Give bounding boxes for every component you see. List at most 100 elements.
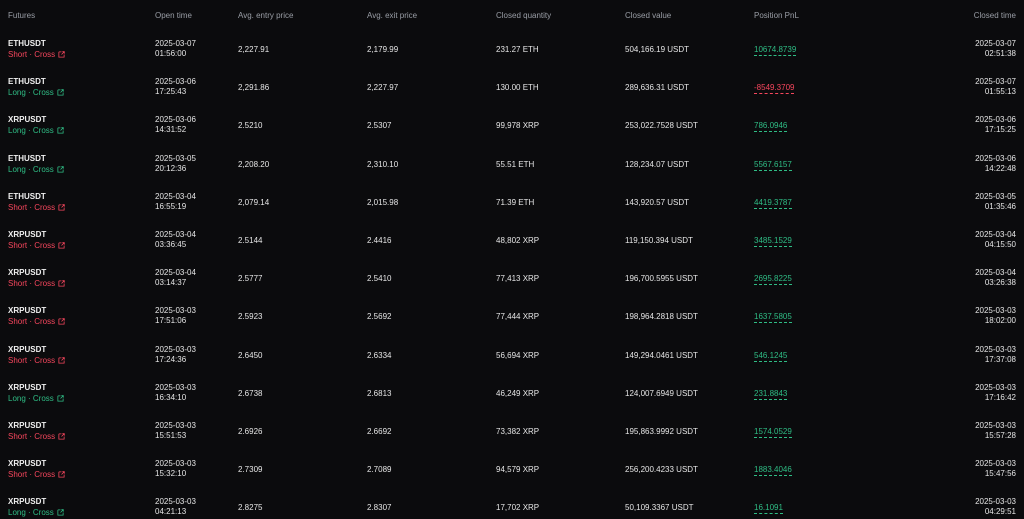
symbol-label[interactable]: XRPUSDT: [8, 306, 46, 315]
futures-cell: XRPUSDT Short · Cross: [8, 421, 65, 442]
table-row[interactable]: ETHUSDT Long · Cross 2025-03-05 20:12:36 2,2…: [0, 147, 1024, 185]
position-side-label: Long · Cross: [8, 126, 64, 136]
external-link-icon[interactable]: [57, 165, 64, 173]
open-date: 2025-03-03: [155, 344, 196, 354]
symbol-label[interactable]: ETHUSDT: [8, 39, 46, 48]
open-clock-time: 17:25:43: [155, 87, 187, 97]
table-row[interactable]: ETHUSDT Long · Cross 2025-03-06 17:25:43 2,2…: [0, 70, 1024, 108]
side-text: Short · Cross: [8, 470, 56, 480]
closed-time-cell: 2025-03-03 17:16:42: [975, 383, 1016, 403]
table-row[interactable]: XRPUSDT Short · Cross 2025-03-04 03:14:37 2.…: [0, 261, 1024, 299]
position-pnl-value[interactable]: 1574.0529: [754, 427, 792, 438]
open-date: 2025-03-03: [155, 421, 196, 430]
closed-quantity: 130.00 ETH: [496, 83, 539, 93]
external-link-icon[interactable]: [58, 356, 65, 364]
header-closed-value[interactable]: Closed value: [625, 11, 671, 20]
position-side-label: Long · Cross: [8, 508, 64, 518]
open-clock-time: 17:51:06: [155, 316, 187, 326]
position-pnl-value[interactable]: 5567.6157: [754, 159, 792, 171]
symbol-label[interactable]: XRPUSDT: [8, 459, 46, 468]
external-link-icon[interactable]: [58, 242, 65, 249]
table-row[interactable]: XRPUSDT Short · Cross 2025-03-04 03:36:45 2.…: [0, 223, 1024, 261]
symbol-label[interactable]: XRPUSDT: [8, 115, 46, 124]
header-position-pnl[interactable]: Position PnL: [754, 11, 799, 20]
table-row[interactable]: XRPUSDT Short · Cross 2025-03-03 17:24:36 2.…: [0, 338, 1024, 376]
table-row[interactable]: XRPUSDT Short · Cross 2025-03-03 15:32:10 2.…: [0, 452, 1024, 490]
avg-exit-price: 2.6813: [367, 388, 392, 398]
external-link-icon[interactable]: [58, 318, 65, 325]
position-pnl-cell: 1883.4046: [754, 465, 792, 477]
header-futures[interactable]: Futures: [8, 11, 35, 20]
close-date: 2025-03-03: [975, 344, 1016, 354]
position-pnl-cell: 231.8843: [754, 388, 788, 400]
table-row[interactable]: XRPUSDT Short · Cross 2025-03-03 17:51:06 2.…: [0, 299, 1024, 337]
external-link-icon[interactable]: [58, 433, 65, 440]
closed-quantity: 94,579 XRP: [496, 465, 540, 475]
close-clock-time: 17:15:25: [984, 125, 1016, 135]
closed-quantity: 77,444 XRP: [496, 312, 540, 322]
closed-time-cell: 2025-03-05 01:35:46: [975, 192, 1016, 212]
table-row[interactable]: ETHUSDT Short · Cross 2025-03-07 01:56:00 2,…: [0, 32, 1024, 70]
position-pnl-cell: 2695.8225: [754, 274, 792, 286]
header-closed-quantity[interactable]: Closed quantity: [496, 11, 551, 20]
open-date: 2025-03-06: [155, 77, 196, 87]
position-pnl-value[interactable]: -8549.3709: [754, 83, 795, 95]
external-link-icon[interactable]: [57, 89, 64, 96]
position-pnl-value[interactable]: 10674.8739: [754, 45, 797, 56]
table-row[interactable]: XRPUSDT Long · Cross 2025-03-03 16:34:10 2.6…: [0, 376, 1024, 414]
symbol-label[interactable]: XRPUSDT: [8, 230, 46, 239]
close-clock-time: 18:02:00: [984, 316, 1016, 326]
closed-time-cell: 2025-03-07 02:51:38: [975, 39, 1016, 59]
avg-entry-price: 2.5144: [238, 236, 263, 245]
symbol-label[interactable]: XRPUSDT: [8, 268, 46, 277]
position-pnl-value[interactable]: 786.0946: [754, 121, 788, 133]
position-side-label: Short · Cross: [8, 203, 65, 213]
header-open-time[interactable]: Open time: [155, 11, 192, 20]
symbol-label[interactable]: ETHUSDT: [8, 192, 46, 201]
avg-exit-price: 2.4416: [367, 236, 392, 245]
open-clock-time: 15:51:53: [155, 431, 187, 440]
open-time-cell: 2025-03-07 01:56:00: [155, 39, 196, 59]
open-clock-time: 04:21:13: [155, 507, 187, 517]
external-link-icon[interactable]: [57, 127, 64, 134]
position-pnl-value[interactable]: 546.1245: [754, 350, 788, 362]
position-pnl-value[interactable]: 231.8843: [754, 388, 788, 400]
symbol-label[interactable]: XRPUSDT: [8, 497, 46, 506]
external-link-icon[interactable]: [57, 509, 64, 516]
futures-cell: ETHUSDT Short · Cross: [8, 192, 65, 213]
closed-value: 119,150.394 USDT: [625, 236, 693, 245]
closed-value: 195,863.9992 USDT: [625, 427, 698, 436]
position-pnl-cell: 16.1091: [754, 503, 783, 515]
closed-value: 504,166.19 USDT: [625, 45, 690, 54]
header-avg-exit-price[interactable]: Avg. exit price: [367, 11, 417, 20]
external-link-icon[interactable]: [58, 51, 65, 58]
table-row[interactable]: XRPUSDT Short · Cross 2025-03-03 15:51:53 2.…: [0, 414, 1024, 452]
external-link-icon[interactable]: [58, 280, 65, 287]
symbol-label[interactable]: ETHUSDT: [8, 77, 46, 86]
closed-time-cell: 2025-03-03 04:29:51: [975, 497, 1016, 517]
symbol-label[interactable]: ETHUSDT: [8, 154, 46, 163]
futures-cell: XRPUSDT Short · Cross: [8, 268, 65, 289]
close-date: 2025-03-04: [975, 230, 1016, 239]
external-link-icon[interactable]: [57, 395, 64, 402]
side-text: Long · Cross: [8, 88, 54, 98]
header-closed-time[interactable]: Closed time: [974, 11, 1016, 20]
position-pnl-cell: 1637.5805: [754, 312, 792, 324]
symbol-label[interactable]: XRPUSDT: [8, 345, 46, 354]
avg-exit-price: 2,015.98: [367, 197, 399, 207]
external-link-icon[interactable]: [58, 471, 65, 478]
header-avg-entry-price[interactable]: Avg. entry price: [238, 11, 293, 20]
position-pnl-value[interactable]: 1637.5805: [754, 312, 792, 324]
close-date: 2025-03-07: [975, 77, 1016, 87]
position-pnl-value[interactable]: 16.1091: [754, 503, 783, 515]
position-pnl-value[interactable]: 4419.3787: [754, 197, 792, 209]
table-row[interactable]: ETHUSDT Short · Cross 2025-03-04 16:55:19 2,…: [0, 185, 1024, 223]
table-row[interactable]: XRPUSDT Long · Cross 2025-03-03 04:21:13 2.8…: [0, 490, 1024, 519]
symbol-label[interactable]: XRPUSDT: [8, 421, 46, 430]
external-link-icon[interactable]: [58, 204, 65, 211]
position-pnl-value[interactable]: 3485.1529: [754, 236, 792, 247]
position-pnl-value[interactable]: 2695.8225: [754, 274, 792, 286]
position-pnl-value[interactable]: 1883.4046: [754, 465, 792, 477]
table-row[interactable]: XRPUSDT Long · Cross 2025-03-06 14:31:52 2.5…: [0, 108, 1024, 146]
symbol-label[interactable]: XRPUSDT: [8, 383, 46, 392]
